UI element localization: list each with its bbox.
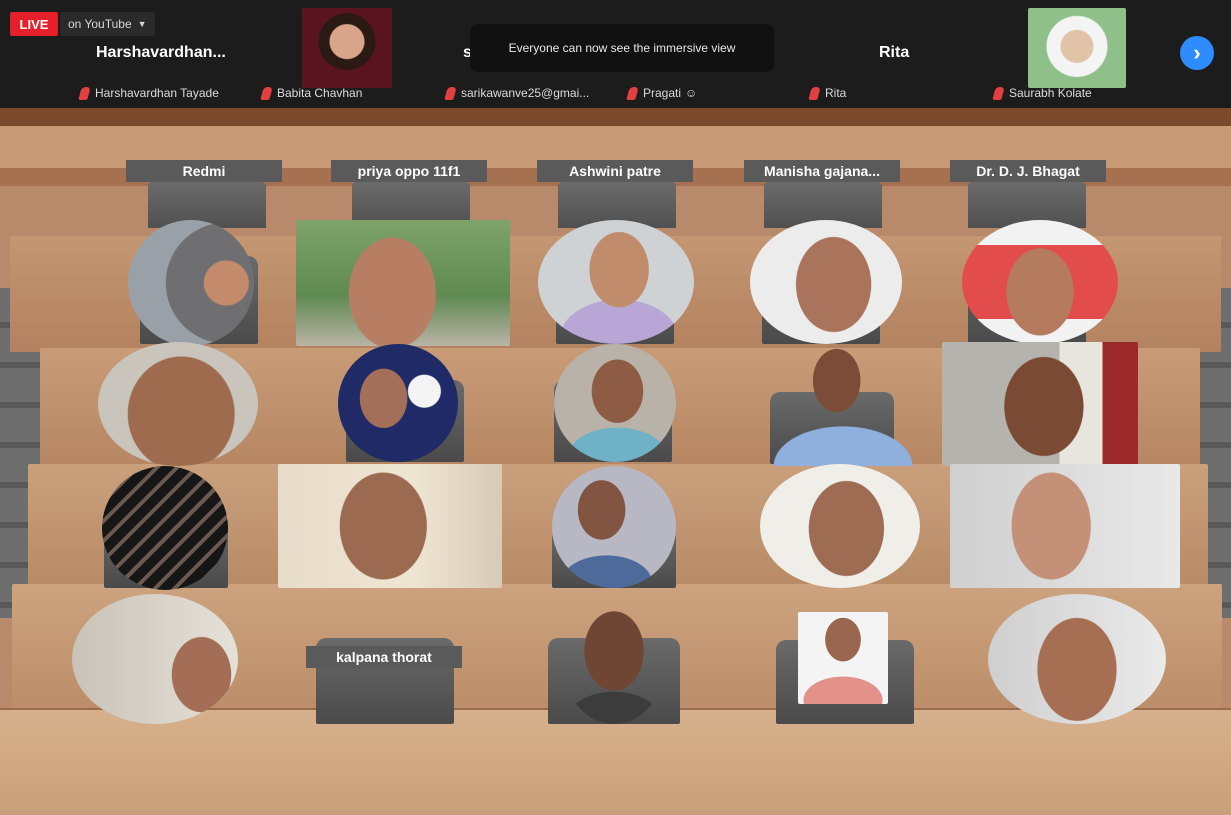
participant-video[interactable] xyxy=(942,342,1138,466)
participant-name: Harshavardhan... xyxy=(96,44,226,61)
participant-label-text: Rita xyxy=(825,86,847,100)
participant-video[interactable] xyxy=(552,466,676,588)
participant-video[interactable] xyxy=(764,344,922,466)
participant-video[interactable] xyxy=(338,344,458,462)
mic-muted-icon xyxy=(992,86,1005,100)
participant-label-text: Pragati xyxy=(643,86,682,100)
chevron-right-icon: › xyxy=(1193,40,1201,65)
name-plate: Redmi xyxy=(126,160,282,182)
participant-video[interactable] xyxy=(962,220,1118,344)
mic-muted-icon xyxy=(808,86,821,100)
participant-label-text: Babita Chavhan xyxy=(277,86,363,100)
participant-label-text: Harshavardhan Tayade xyxy=(95,86,219,100)
participant-video-saurabh[interactable] xyxy=(1028,8,1126,88)
name-plate: Manisha gajana... xyxy=(744,160,900,182)
participant-label: Rita xyxy=(808,86,847,100)
immersive-view-toast: Everyone can now see the immersive view xyxy=(470,24,774,72)
live-badge: LIVE xyxy=(10,12,58,36)
caret-down-icon: ▼ xyxy=(137,19,147,29)
participant-label: sarikawanve25@gmai... xyxy=(444,86,590,100)
mic-muted-icon xyxy=(444,86,457,100)
next-page-button[interactable]: › xyxy=(1180,36,1214,70)
participant-label: Harshavardhan Tayade xyxy=(78,86,219,100)
participant-video[interactable] xyxy=(128,220,254,346)
mic-muted-icon xyxy=(260,86,273,100)
participant-video[interactable] xyxy=(562,598,666,724)
immersive-view: Redmi priya oppo 11f1 Ashwini patre Mani… xyxy=(0,108,1231,815)
participant-label-text: Saurabh Kolate xyxy=(1009,86,1092,100)
participant-label: Saurabh Kolate xyxy=(992,86,1092,100)
gallery-strip: LIVE on YouTube ▼ Harshavardhan... s Rit… xyxy=(0,0,1231,108)
name-plate: Dr. D. J. Bhagat xyxy=(950,160,1106,182)
participant-video-babita[interactable] xyxy=(302,8,392,88)
participant-video[interactable] xyxy=(798,612,888,704)
live-stream-menu[interactable]: on YouTube ▼ xyxy=(60,12,155,36)
participant-video[interactable] xyxy=(102,466,228,590)
participant-video[interactable] xyxy=(760,464,920,588)
floor xyxy=(0,708,1231,815)
mic-muted-icon xyxy=(626,86,639,100)
participant-video[interactable] xyxy=(296,220,510,346)
participant-label: Pragati ☺ xyxy=(626,86,698,100)
participant-label: Babita Chavhan xyxy=(260,86,363,100)
stream-target-label: on YouTube xyxy=(68,17,132,31)
emoji-icon: ☺ xyxy=(685,86,698,100)
participant-name: Rita xyxy=(879,44,910,61)
name-plate: Ashwini patre xyxy=(537,160,693,182)
name-plate: priya oppo 11f1 xyxy=(331,160,487,182)
participant-video[interactable] xyxy=(72,594,238,724)
participant-video[interactable] xyxy=(950,464,1180,588)
participant-video[interactable] xyxy=(278,464,502,588)
name-plate: kalpana thorat xyxy=(306,646,462,668)
mic-muted-icon xyxy=(78,86,91,100)
participant-video[interactable] xyxy=(750,220,902,344)
participant-label-text: sarikawanve25@gmai... xyxy=(461,86,590,100)
participant-video[interactable] xyxy=(988,594,1166,724)
participant-video[interactable] xyxy=(538,220,694,344)
participant-video[interactable] xyxy=(98,342,258,466)
participant-video[interactable] xyxy=(554,344,676,462)
